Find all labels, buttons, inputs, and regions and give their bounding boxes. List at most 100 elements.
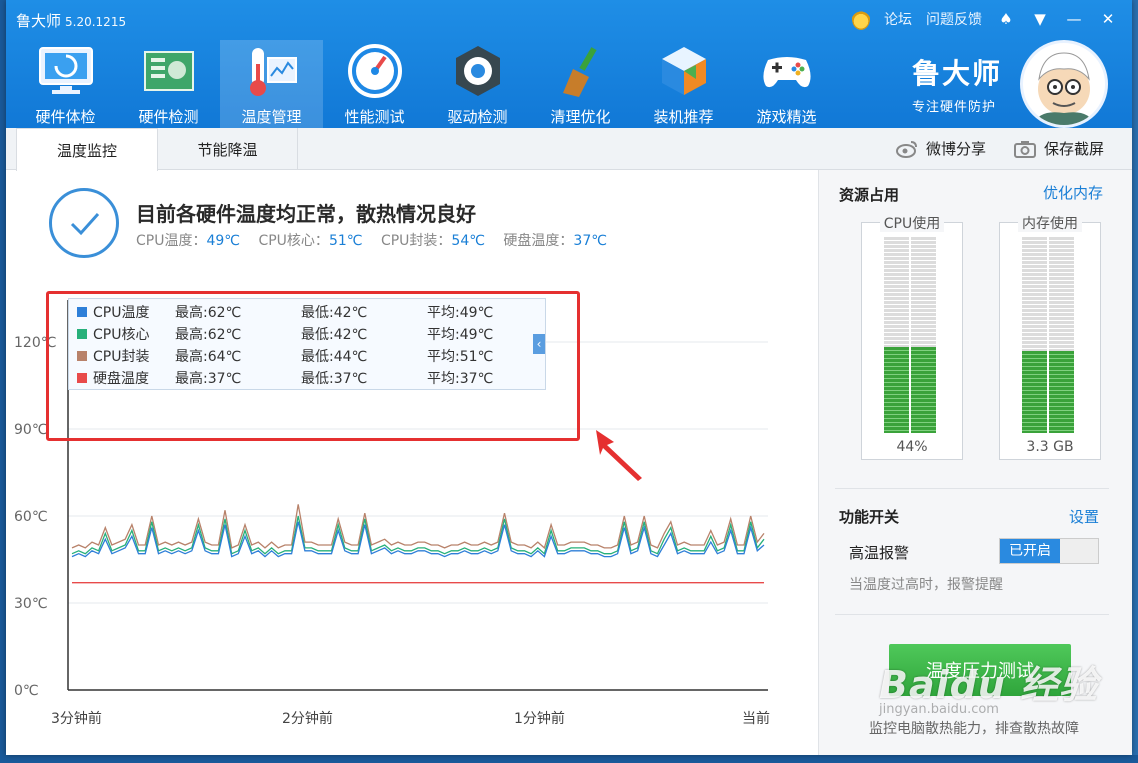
cpu-core-value: 51℃ [328, 233, 363, 249]
memory-usage-bars [1022, 237, 1074, 433]
nav-label: 清理优化 [550, 108, 611, 126]
feedback-link[interactable]: 问题反馈 [926, 9, 982, 29]
camera-icon [1014, 140, 1036, 158]
divider [835, 614, 1109, 615]
brand-name: 鲁大师 [912, 57, 1003, 90]
header: 鲁大师5.20.1215 论坛 问题反馈 ♠ ▼ — ✕ 硬件体检 硬件检测 [6, 0, 1132, 128]
stress-test-hint: 监控电脑散热能力，排查散热故障 [869, 721, 1079, 737]
disk-temp-label: 硬盘温度： [503, 233, 574, 249]
y-tick-label: 90℃ [14, 422, 48, 438]
disk-temp-value: 37℃ [573, 233, 607, 249]
avatar[interactable] [1020, 40, 1108, 128]
mem-bar-right [1049, 237, 1074, 433]
settings-link[interactable]: 设置 [1069, 506, 1099, 527]
mem-fill [1049, 350, 1074, 433]
weibo-share-button[interactable]: 微博分享 [896, 138, 986, 159]
gamepad-icon [758, 42, 816, 100]
brand: 鲁大师 专注硬件防护 [912, 52, 1002, 115]
medal-icon[interactable] [852, 8, 870, 30]
nav-item-temperature[interactable]: 温度管理 [220, 40, 323, 128]
side-panel: 资源占用 优化内存 CPU使用 44% 内存使用 3.3 GB 功能开关 设置 … [818, 170, 1132, 755]
cpu-package-label: CPU封装： [380, 233, 452, 249]
board-icon [140, 42, 198, 100]
brand-slogan: 专注硬件防护 [912, 100, 997, 115]
thermometer-icon [243, 42, 301, 100]
nav-item-build-recommend[interactable]: 装机推荐 [632, 40, 735, 128]
menu-icon[interactable]: ▼ [1030, 10, 1050, 28]
arrow-annotation [596, 430, 642, 481]
app-title: 鲁大师 5.20.1215 [16, 12, 127, 30]
weibo-icon [896, 140, 917, 158]
tab-energy-saving[interactable]: 节能降温 [158, 128, 298, 170]
mem-fill [1022, 350, 1047, 433]
baidu-watermark: Baidu 经验 [879, 663, 1099, 707]
cpu-usage-bars [884, 237, 936, 433]
high-temp-alarm-label: 高温报警 [849, 544, 910, 562]
x-tick-label: 2分钟前 [282, 710, 333, 727]
feature-title: 功能开关 [839, 508, 900, 526]
nav-label: 驱动检测 [447, 108, 508, 126]
mem-bar-left [1022, 237, 1047, 433]
series-line [71, 515, 765, 555]
close-icon[interactable]: ✕ [1098, 10, 1118, 28]
alarm-hint: 当温度过高时，报警提醒 [849, 577, 1003, 593]
nav-label: 游戏精选 [756, 108, 817, 126]
nav-label: 硬件体检 [35, 108, 96, 126]
cpu-core-label: CPU核心： [258, 233, 329, 249]
high-temp-alarm-toggle[interactable]: 已开启 [999, 538, 1099, 564]
x-tick-label: 1分钟前 [514, 710, 565, 727]
resource-title: 资源占用 [839, 186, 900, 204]
y-tick-label: 60℃ [14, 509, 48, 525]
series-line [71, 521, 765, 558]
topbar: 论坛 问题反馈 ♠ ▼ — ✕ [852, 8, 1118, 30]
memory-usage-meter: 内存使用 3.3 GB [999, 216, 1101, 460]
nav-label: 硬件检测 [138, 108, 199, 126]
optimize-memory-link[interactable]: 优化内存 [1043, 182, 1103, 203]
app-version: 5.20.1215 [65, 15, 127, 29]
y-tick-label: 0℃ [14, 683, 39, 699]
cpu-bar-left [884, 237, 909, 433]
nav-item-driver[interactable]: 驱动检测 [426, 40, 529, 128]
weibo-share-label: 微博分享 [926, 140, 987, 158]
gauge-icon [346, 42, 404, 100]
gear-icon [449, 42, 507, 100]
nav-item-hardware-check[interactable]: 硬件体检 [14, 40, 117, 128]
app-window: 鲁大师5.20.1215 论坛 问题反馈 ♠ ▼ — ✕ 硬件体检 硬件检测 [6, 0, 1132, 755]
cpu-package-value: 54℃ [451, 233, 485, 249]
check-icon [49, 188, 119, 258]
x-tick-label: 3分钟前 [51, 710, 102, 727]
divider [835, 488, 1109, 489]
cpu-usage-meter: CPU使用 44% [861, 216, 963, 460]
cpu-usage-value: 44% [896, 439, 928, 455]
minimize-icon[interactable]: — [1064, 10, 1084, 28]
nav-label: 性能测试 [344, 108, 405, 126]
forum-link[interactable]: 论坛 [884, 9, 912, 29]
status-summary: CPU温度：49℃ CPU核心：51℃ CPU封装：54℃ 硬盘温度：37℃ [136, 230, 621, 250]
highlight-frame [46, 291, 580, 441]
nav-item-hardware-detect[interactable]: 硬件检测 [117, 40, 220, 128]
cpu-fill [884, 346, 909, 433]
save-screenshot-button[interactable]: 保存截屏 [1014, 138, 1104, 159]
x-tick-label: 当前 [742, 710, 770, 727]
toggle-on-label: 已开启 [1000, 539, 1060, 563]
skin-icon[interactable]: ♠ [996, 10, 1016, 28]
y-tick-label: 30℃ [14, 596, 48, 612]
tab-temperature-monitor[interactable]: 温度监控 [16, 128, 158, 171]
baidu-watermark-url: jingyan.baidu.com [879, 702, 999, 717]
cpu-bar-right [911, 237, 936, 433]
cube-icon [655, 42, 713, 100]
save-screenshot-label: 保存截屏 [1044, 140, 1105, 158]
cpu-temp-label: CPU温度： [136, 233, 207, 249]
nav-label: 温度管理 [241, 108, 302, 126]
tab-bar: 温度监控 节能降温 微博分享 保存截屏 [6, 128, 1132, 171]
broom-icon [552, 42, 610, 100]
main-nav: 硬件体检 硬件检测 温度管理 性能测试 驱动检测 清理优化 装机推荐 游戏精选 [14, 40, 838, 128]
temperature-monitor-panel: 目前各硬件温度均正常，散热情况良好 CPU温度：49℃ CPU核心：51℃ CP… [6, 170, 818, 755]
cpu-temp-value: 49℃ [206, 233, 241, 249]
nav-label: 装机推荐 [653, 108, 714, 126]
monitor-icon [37, 42, 95, 100]
cpu-usage-label: CPU使用 [862, 213, 962, 233]
nav-item-games[interactable]: 游戏精选 [735, 40, 838, 128]
nav-item-cleanup[interactable]: 清理优化 [529, 40, 632, 128]
nav-item-performance[interactable]: 性能测试 [323, 40, 426, 128]
